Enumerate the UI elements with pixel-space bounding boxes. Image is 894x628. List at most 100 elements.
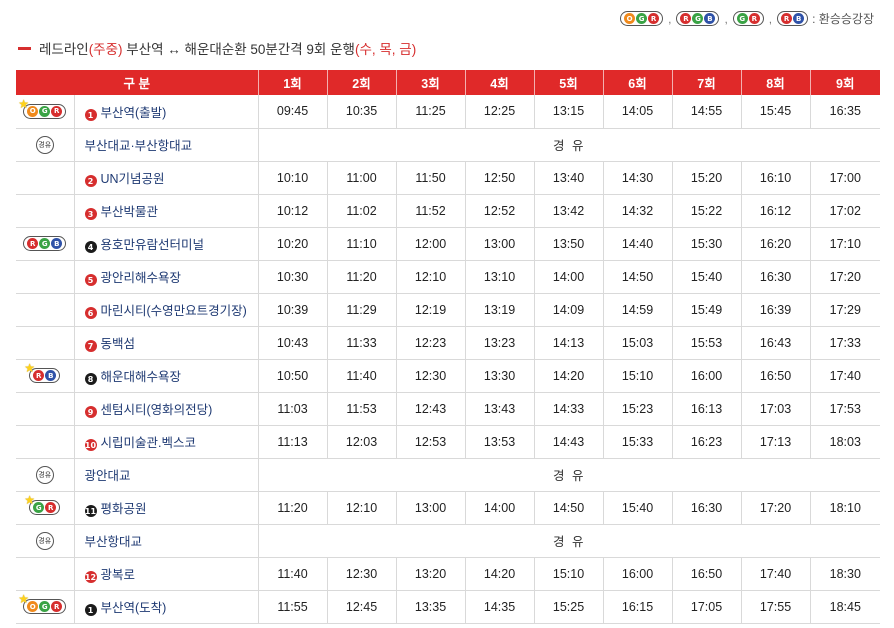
table-row: ★ G R 11 평화공원 11:20 12:10 13:00 14:00 14:50 15:40 1… (16, 491, 881, 525)
time-cell-run-8: 17:03 (741, 392, 811, 426)
time-cell-run-1: 11:20 (258, 491, 328, 525)
line-b-icon: B (45, 370, 57, 382)
time-cell-run-6: 14:30 (603, 161, 673, 195)
header-run-8: 8회 (741, 70, 811, 95)
line-g-icon: G (636, 13, 648, 24)
stop-number-icon: 1 (84, 109, 97, 121)
time-cell-run-5: 14:09 (534, 293, 604, 327)
stop-label: 해운대해수욕장 (100, 369, 182, 384)
time-cell-run-7: 15:49 (672, 293, 742, 327)
line-paren: (주중) (88, 42, 123, 57)
table-row: 7 동백섬 10:43 11:33 12:23 13:23 14:13 15:03 15:53 1… (16, 326, 881, 360)
badge-cell (16, 260, 75, 294)
time-cell-run-3: 12:19 (396, 293, 466, 327)
time-cell-run-7: 17:05 (672, 590, 742, 624)
legend-gr-icon: GR (732, 11, 764, 26)
time-cell-run-1: 10:20 (258, 227, 328, 261)
header-run-2: 2회 (327, 70, 397, 95)
time-cell-run-5: 13:15 (534, 95, 604, 129)
line-b-icon: B (51, 238, 63, 250)
header-run-6: 6회 (603, 70, 673, 95)
time-cell-run-6: 14:40 (603, 227, 673, 261)
time-cell-run-9: 17:33 (810, 326, 881, 360)
time-cell-run-9: 17:10 (810, 227, 881, 261)
table-row: 9 센텀시티(영화의전당) 11:03 11:53 12:43 13:43 14:33 15:… (16, 392, 881, 426)
time-cell-run-9: 17:02 (810, 194, 881, 228)
time-cell-run-9: 17:29 (810, 293, 881, 327)
badge-cell (16, 326, 75, 360)
table-row: 12 광복로 11:40 12:30 13:20 14:20 15:10 16:00 16:50… (16, 557, 881, 591)
time-cell-run-3: 13:20 (396, 557, 466, 591)
time-cell-run-5: 14:00 (534, 260, 604, 294)
time-cell-run-1: 11:55 (258, 590, 328, 624)
time-cell-run-6: 14:05 (603, 95, 673, 129)
line-o-icon: O (624, 13, 636, 24)
legend-rgb-icon: RGB (676, 11, 720, 26)
time-cell-run-7: 16:00 (672, 359, 742, 393)
time-cell-run-5: 14:43 (534, 425, 604, 459)
time-cell-run-8: 16:50 (741, 359, 811, 393)
stop-name: 2 UN기념공원 (74, 161, 259, 195)
badge-cell (16, 425, 75, 459)
line-g-icon: G (39, 105, 51, 117)
stop-number-icon: 1 (84, 604, 97, 617)
time-cell-run-4: 14:00 (465, 491, 535, 525)
time-cell-run-4: 12:52 (465, 194, 535, 228)
stop-name: 7 동백섬 (74, 326, 259, 360)
badge-cell: ★ O G R (16, 590, 75, 624)
time-cell-run-9: 18:03 (810, 425, 881, 459)
stop-number-icon: 3 (84, 208, 97, 221)
time-cell-run-5: 15:25 (534, 590, 604, 624)
stop-number-icon: 9 (84, 406, 97, 419)
table-row: 10 시립미술관.벡스코 11:13 12:03 12:53 13:53 14:43 15:3… (16, 425, 881, 459)
legend-rb-icon: RB (777, 11, 809, 26)
time-cell-run-3: 12:30 (396, 359, 466, 393)
stop-label: 부산역(출발) (100, 105, 167, 120)
header-run-1: 1회 (258, 70, 328, 95)
time-cell-run-8: 16:10 (741, 161, 811, 195)
title-bar-icon (18, 46, 31, 50)
stop-number-icon: 12 (84, 571, 97, 584)
time-cell-run-8: 16:39 (741, 293, 811, 327)
line-r-icon: R (748, 13, 760, 24)
time-cell-run-9: 16:35 (810, 95, 881, 129)
time-cell-run-1: 11:13 (258, 425, 328, 459)
header-run-3: 3회 (396, 70, 466, 95)
time-cell-run-5: 14:50 (534, 491, 604, 525)
header-run-5: 5회 (534, 70, 604, 95)
route-title: 레드라인 (주중) 부산역 ↔ 해운대순환 50분간격 9회 운행 (수, 목,… (18, 38, 416, 58)
time-cell-run-6: 15:10 (603, 359, 673, 393)
stop-label: 광안대교 (84, 469, 131, 483)
time-cell-run-4: 13:19 (465, 293, 535, 327)
time-cell-run-3: 12:53 (396, 425, 466, 459)
stop-label: UN기념공원 (100, 171, 165, 186)
via-row: 경유 부산대교·부산항대교 경 유 (16, 128, 881, 162)
stop-name: 6 마린시티(수영만요트경기장) (74, 293, 259, 327)
time-cell-run-1: 10:43 (258, 326, 328, 360)
time-cell-run-3: 12:23 (396, 326, 466, 360)
time-cell-run-3: 12:00 (396, 227, 466, 261)
star-icon: ★ (24, 361, 36, 376)
time-cell-run-5: 13:42 (534, 194, 604, 228)
time-cell-run-2: 12:30 (327, 557, 397, 591)
time-cell-run-7: 14:55 (672, 95, 742, 129)
time-cell-run-2: 11:53 (327, 392, 397, 426)
stop-number-icon: 2 (84, 175, 97, 188)
time-cell-run-8: 17:40 (741, 557, 811, 591)
header-category: 구 분 (16, 70, 259, 95)
time-cell-run-5: 13:50 (534, 227, 604, 261)
time-cell-run-3: 11:50 (396, 161, 466, 195)
time-cell-run-8: 15:45 (741, 95, 811, 129)
legend-separator: , (668, 11, 672, 26)
line-r-icon: R (51, 601, 63, 613)
stop-label: 부산항대교 (84, 535, 143, 549)
transfer-badge-icon: ★ G R (24, 494, 61, 516)
transfer-badge-icon: ★ R B (24, 362, 61, 384)
time-cell-run-7: 15:22 (672, 194, 742, 228)
time-cell-run-1: 09:45 (258, 95, 328, 129)
via-cell: 경 유 (258, 524, 881, 558)
badge-cell (16, 194, 75, 228)
stop-name: 10 시립미술관.벡스코 (74, 425, 259, 459)
header-run-9: 9회 (810, 70, 881, 95)
legend-ogr-icon: OGR (620, 11, 664, 26)
